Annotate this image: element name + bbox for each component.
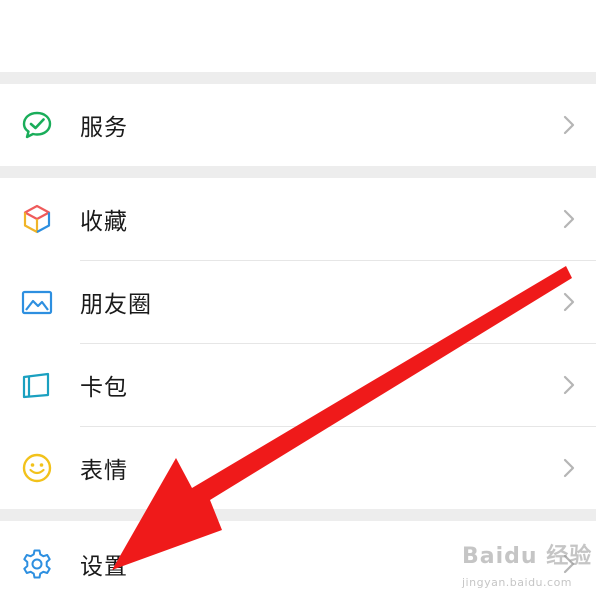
menu-item-services[interactable]: 服务 <box>0 84 596 166</box>
menu-item-label: 表情 <box>80 458 128 484</box>
watermark-main-text: Baidu 经验 <box>462 544 593 569</box>
menu-item-label: 设置 <box>80 554 128 580</box>
menu-item-favorites[interactable]: 收藏 <box>0 178 596 260</box>
section-separator <box>0 509 596 521</box>
menu-item-card-wallet[interactable]: 卡包 <box>0 344 596 426</box>
section-separator <box>0 72 596 84</box>
chevron-right-icon <box>562 114 576 136</box>
cube-icon <box>20 202 54 236</box>
chevron-right-icon <box>562 208 576 230</box>
gear-icon <box>20 547 54 581</box>
top-blank-area <box>0 0 596 72</box>
wallet-icon <box>20 368 54 402</box>
menu-item-label: 卡包 <box>80 375 128 401</box>
smile-icon <box>20 451 54 485</box>
menu-item-label: 朋友圈 <box>80 292 152 318</box>
picture-icon <box>20 285 54 319</box>
menu-item-label: 收藏 <box>80 209 128 235</box>
chevron-right-icon <box>562 291 576 313</box>
menu-item-moments[interactable]: 朋友圈 <box>0 261 596 343</box>
watermark-url-text: jingyan.baidu.com <box>462 576 573 589</box>
menu-item-stickers[interactable]: 表情 <box>0 427 596 509</box>
chevron-right-icon <box>562 457 576 479</box>
wechat-pay-icon <box>20 108 54 142</box>
menu-item-label: 服务 <box>80 115 128 141</box>
chevron-right-icon <box>562 374 576 396</box>
baidu-jingyan-watermark: Baidu 经验 jingyan.baidu.com <box>456 536 596 600</box>
section-separator <box>0 166 596 178</box>
